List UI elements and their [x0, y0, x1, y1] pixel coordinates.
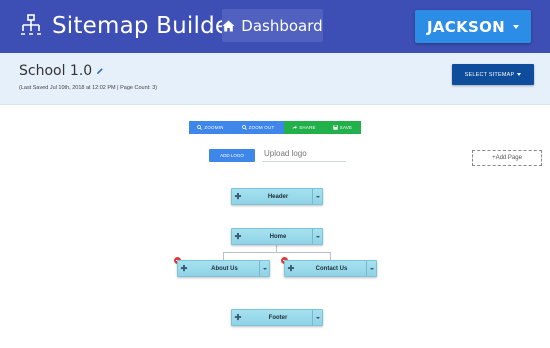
node-label: Contact Us: [315, 265, 348, 272]
add-logo-label: ADD LOGO: [220, 153, 244, 158]
share-icon: [292, 125, 298, 130]
app-title: Sitemap Builder: [52, 13, 239, 39]
top-navbar: Sitemap Builder Dashboard JACKSON: [0, 0, 550, 53]
select-sitemap-label: SELECT SITEMAP: [464, 71, 515, 78]
drag-move-icon[interactable]: ✚: [178, 264, 190, 273]
upload-logo-input[interactable]: [262, 146, 346, 162]
project-meta: (Last Saved Jul 10th, 2018 at 12:02 PM |…: [19, 85, 158, 91]
brand[interactable]: Sitemap Builder: [20, 9, 239, 43]
drag-move-icon[interactable]: ✚: [285, 264, 297, 273]
connector-line: [223, 252, 330, 253]
dashboard-button[interactable]: Dashboard: [222, 9, 323, 42]
chevron-down-icon: [315, 235, 320, 238]
chevron-down-icon: [513, 24, 520, 29]
pencil-icon[interactable]: [96, 67, 104, 75]
zoom-in-label: ZOOMIN: [204, 125, 224, 130]
chevron-down-icon: [517, 73, 522, 76]
page-node-header[interactable]: ✚ Header: [231, 188, 323, 205]
project-title-row: School 1.0: [19, 63, 104, 79]
node-label: Header: [267, 193, 289, 200]
zoom-in-button[interactable]: ZOOMIN: [189, 121, 232, 134]
sitemap-icon: [21, 14, 41, 35]
share-label: SHARE: [299, 125, 316, 130]
project-title: School 1.0: [19, 63, 93, 79]
zoom-out-button[interactable]: ZOOM OUT: [232, 121, 284, 134]
zoom-out-label: ZOOM OUT: [248, 125, 275, 130]
magnify-minus-icon: [241, 125, 247, 130]
add-page-label: +Add Page: [492, 155, 522, 161]
chevron-down-icon: [315, 316, 320, 319]
page-node-contact-us[interactable]: ✚ Contact Us: [284, 260, 377, 277]
node-menu-button[interactable]: [312, 189, 322, 204]
add-page-button[interactable]: +Add Page: [472, 150, 542, 166]
add-logo-button[interactable]: ADD LOGO: [209, 149, 255, 162]
save-label: SAVE: [339, 125, 353, 130]
node-menu-button[interactable]: [366, 261, 376, 276]
chevron-down-icon: [369, 267, 374, 270]
save-button[interactable]: SAVE: [324, 121, 361, 134]
connector-line: [330, 252, 331, 260]
node-menu-button[interactable]: [312, 229, 322, 244]
floppy-disk-icon: [333, 125, 338, 130]
magnify-plus-icon: [197, 125, 203, 130]
drag-move-icon[interactable]: ✚: [232, 313, 244, 322]
user-menu-button[interactable]: JACKSON: [415, 10, 531, 43]
chevron-down-icon: [315, 195, 320, 198]
connector-line: [276, 245, 277, 252]
dashboard-label: Dashboard: [241, 16, 323, 35]
select-sitemap-button[interactable]: SELECT SITEMAP: [452, 64, 534, 85]
page-node-about-us[interactable]: ✚ About Us: [177, 260, 270, 277]
share-button[interactable]: SHARE: [284, 121, 324, 134]
chevron-down-icon: [262, 267, 267, 270]
node-label: Footer: [268, 314, 288, 321]
drag-move-icon[interactable]: ✚: [232, 232, 244, 241]
connector-line: [223, 252, 224, 260]
node-label: About Us: [211, 265, 238, 272]
page-node-home[interactable]: ✚ Home: [231, 228, 323, 245]
user-label: JACKSON: [426, 17, 506, 36]
page-node-footer[interactable]: ✚ Footer: [231, 309, 323, 326]
node-menu-button[interactable]: [259, 261, 269, 276]
node-menu-button[interactable]: [312, 310, 322, 325]
drag-move-icon[interactable]: ✚: [232, 192, 244, 201]
node-label: Home: [269, 233, 287, 240]
home-icon: [222, 20, 235, 31]
